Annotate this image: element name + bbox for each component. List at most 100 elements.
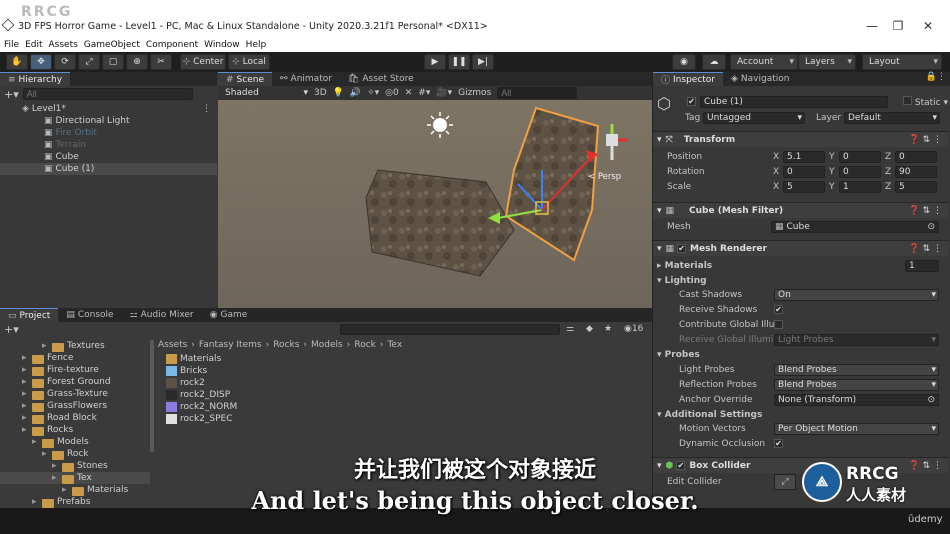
hand-tool-icon[interactable]: ✋ xyxy=(6,54,28,70)
anchor-override-field[interactable]: None (Transform) ⊙ xyxy=(774,394,939,406)
materials-foldout[interactable]: ▸ Materials xyxy=(657,261,712,271)
tab-console[interactable]: ▤ Console xyxy=(58,308,121,322)
menu-gameobject[interactable]: GameObject xyxy=(84,40,140,50)
breadcrumb-item[interactable]: Fantasy Items xyxy=(199,340,262,350)
play-button[interactable]: ▶ xyxy=(424,54,446,70)
list-item[interactable]: ▸ Models xyxy=(0,436,150,448)
maximize-icon[interactable]: ❐ xyxy=(888,19,908,33)
gizmos-dropdown[interactable]: Gizmos xyxy=(458,88,491,98)
motion-vectors-dropdown[interactable]: Per Object Motion ▾ xyxy=(774,423,939,435)
list-item[interactable]: ▣ Directional Light xyxy=(0,115,217,127)
materials-count-field[interactable]: 1 xyxy=(905,260,939,272)
light-probes-dropdown[interactable]: Blend Probes ▾ xyxy=(774,364,939,376)
camera-icon[interactable]: 🎥▾ xyxy=(436,88,452,98)
list-item[interactable]: ▣ Terrain xyxy=(0,139,217,151)
x-value-field[interactable]: 5 xyxy=(783,181,825,193)
layers-dropdown[interactable]: Layers xyxy=(798,54,856,70)
contribute-gi-checkbox[interactable] xyxy=(774,320,783,329)
y-value-field[interactable]: 0 xyxy=(839,166,881,178)
list-item[interactable]: ▸ Rocks xyxy=(0,424,150,436)
transform-header[interactable]: ▾ ⤧ Transform ❓ ⇅ ⋮ xyxy=(653,131,948,147)
mesh-renderer-header[interactable]: ▾ ▦ ✔ Mesh Renderer ❓ ⇅ ⋮ xyxy=(653,240,948,256)
filter-type-icon[interactable]: ⚌ xyxy=(566,324,574,334)
menu-help[interactable]: Help xyxy=(246,40,267,50)
tag-dropdown[interactable]: Untagged ▾ xyxy=(703,112,805,124)
breadcrumb-item[interactable]: Tex xyxy=(387,340,402,350)
menu-edit[interactable]: Edit xyxy=(25,40,42,50)
dynamic-occlusion-checkbox[interactable]: ✔ xyxy=(774,439,783,448)
scale-tool-icon[interactable]: ⤢ xyxy=(78,54,100,70)
mode-2d3d-toggle[interactable]: 3D xyxy=(314,88,327,98)
shading-dropdown[interactable]: Shaded ▾ xyxy=(222,87,308,99)
tab-animator[interactable]: ⚯ Animator xyxy=(272,72,340,86)
add-icon[interactable]: +▾ xyxy=(4,88,19,101)
list-item[interactable]: ▸ Forest Ground xyxy=(0,376,150,388)
tab-asset-store[interactable]: 🛍 Asset Store xyxy=(340,72,422,86)
cast-shadows-dropdown[interactable]: On ▾ xyxy=(774,289,939,301)
list-item[interactable]: ▣ Cube xyxy=(0,151,217,163)
probes-foldout[interactable]: ▾ Probes xyxy=(657,350,700,360)
collab-icon[interactable]: ◉ xyxy=(672,54,696,70)
list-item[interactable]: ▣ Fire Orbit xyxy=(0,127,217,139)
reflection-probes-dropdown[interactable]: Blend Probes ▾ xyxy=(774,379,939,391)
transform-tool-icon[interactable]: ⊕ xyxy=(126,54,148,70)
static-dropdown[interactable]: Static ▾ xyxy=(903,96,948,108)
list-item-selected[interactable]: ▣ Cube (1) xyxy=(0,163,217,175)
audio-icon[interactable]: 🔊 xyxy=(350,88,361,98)
object-picker-icon[interactable]: ⊙ xyxy=(927,222,938,232)
mesh-field[interactable]: ▦ Cube ⊙ xyxy=(771,221,939,233)
favorite-icon[interactable]: ★ xyxy=(604,324,612,334)
scene-row[interactable]: ◈ Level1* ⋮ xyxy=(0,103,217,115)
rect-tool-icon[interactable]: ▢ xyxy=(102,54,124,70)
z-value-field[interactable]: 0 xyxy=(895,151,937,163)
persp-label[interactable]: < Persp xyxy=(588,172,621,182)
list-item[interactable]: Bricks xyxy=(166,365,237,377)
effects-icon[interactable]: ✧▾ xyxy=(367,88,379,98)
hierarchy-search-input[interactable] xyxy=(22,88,193,100)
menu-assets[interactable]: Assets xyxy=(49,40,78,50)
lock-icon[interactable]: 🔒⋮ xyxy=(926,72,946,86)
tree-scrollbar[interactable] xyxy=(150,340,154,452)
close-icon[interactable]: ✕ xyxy=(918,19,938,33)
list-item[interactable]: ▸ Fence xyxy=(0,352,150,364)
tab-hierarchy[interactable]: ≡ Hierarchy xyxy=(0,72,71,86)
z-value-field[interactable]: 90 xyxy=(895,166,937,178)
move-tool-icon[interactable]: ✥ xyxy=(30,54,52,70)
layout-dropdown[interactable]: Layout xyxy=(862,54,942,70)
filter-label-icon[interactable]: ◆ xyxy=(586,324,593,334)
object-name-field[interactable]: Cube (1) xyxy=(700,96,888,108)
breadcrumb-item[interactable]: Assets xyxy=(158,340,187,350)
renderer-enabled-checkbox[interactable]: ✔ xyxy=(677,244,687,253)
tools-icon[interactable]: ✕ xyxy=(405,88,413,98)
list-item[interactable]: rock2 xyxy=(166,377,237,389)
tab-scene[interactable]: # Scene xyxy=(218,72,272,86)
x-value-field[interactable]: 0 xyxy=(783,166,825,178)
list-item[interactable]: ▸ Road Block xyxy=(0,412,150,424)
pause-button[interactable]: ❚❚ xyxy=(448,54,470,70)
visibility-icon[interactable]: ◎0 xyxy=(385,88,399,98)
cloud-icon[interactable]: ☁ xyxy=(702,54,726,70)
rotate-tool-icon[interactable]: ⟳ xyxy=(54,54,76,70)
list-item[interactable]: Materials xyxy=(166,353,237,365)
scene-search-input[interactable] xyxy=(497,87,578,99)
breadcrumb-item[interactable]: Rocks xyxy=(273,340,299,350)
hidden-packages-icon[interactable]: ◉16 xyxy=(624,324,643,334)
menu-window[interactable]: Window xyxy=(204,40,240,50)
list-item[interactable]: rock2_SPEC xyxy=(166,413,237,425)
breadcrumb-item[interactable]: Models xyxy=(311,340,343,350)
additional-settings-foldout[interactable]: ▾ Additional Settings xyxy=(657,410,762,420)
tab-project[interactable]: ▭ Project xyxy=(0,308,59,322)
scene-viewport[interactable]: < Persp xyxy=(218,100,652,308)
z-value-field[interactable]: 5 xyxy=(895,181,937,193)
lighting-foldout[interactable]: ▾ Lighting xyxy=(657,276,707,286)
component-menu-icon[interactable]: ❓ ⇅ ⋮ xyxy=(909,244,942,254)
step-button[interactable]: ▶| xyxy=(472,54,494,70)
receive-shadows-checkbox[interactable]: ✔ xyxy=(774,305,783,314)
minimize-icon[interactable]: — xyxy=(862,19,882,33)
mesh-filter-header[interactable]: ▾ ▦ Cube (Mesh Filter) ❓ ⇅ ⋮ xyxy=(653,202,948,218)
object-picker-icon[interactable]: ⊙ xyxy=(927,395,938,405)
add-icon[interactable]: +▾ xyxy=(4,323,19,336)
y-value-field[interactable]: 0 xyxy=(839,151,881,163)
menu-component[interactable]: Component xyxy=(146,40,198,50)
component-menu-icon[interactable]: ❓ ⇅ ⋮ xyxy=(909,135,942,145)
